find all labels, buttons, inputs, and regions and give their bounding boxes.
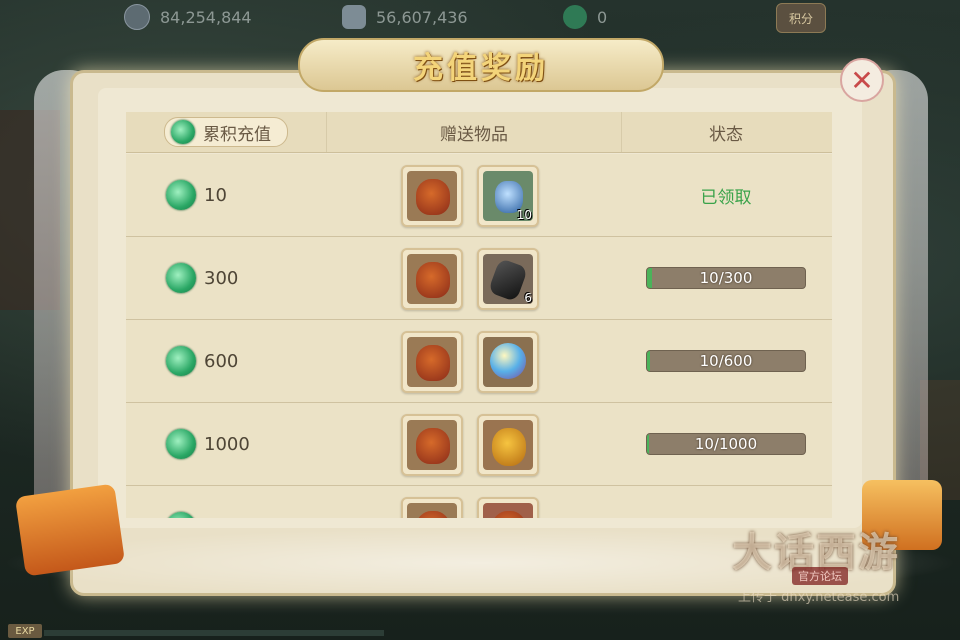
vase-item[interactable]: 10 (477, 165, 539, 227)
currency-bar: 84,254,844 56,607,436 0 积分 (0, 0, 960, 36)
points-button[interactable]: 积分 (776, 3, 826, 33)
currency-value: 56,607,436 (376, 7, 468, 27)
silver-ingot-icon (342, 5, 366, 29)
currency-jade: 0 (563, 4, 607, 30)
exp-bar (44, 630, 384, 636)
cumulative-pill: 累积充值 (164, 117, 288, 147)
status-cell: 已领取 (620, 154, 832, 236)
reward-list[interactable]: 10 10 已领取 300 6 10/300 600 10/600 1000 1… (126, 154, 832, 518)
jade-icon (166, 346, 196, 376)
treasure-bag-item[interactable] (401, 497, 463, 518)
status-cell: 10/1000 (620, 403, 832, 485)
gold-bag-item[interactable] (477, 414, 539, 476)
claimed-status: 已领取 (700, 187, 752, 208)
progress-bar: 10/300 (646, 267, 806, 289)
progress-text: 10/300 (699, 269, 753, 287)
reward-row: 300 6 10/300 (126, 237, 832, 320)
dialog-title: 充值奖励 (413, 51, 549, 86)
currency-silver-coin: 84,254,844 (124, 4, 252, 30)
item-count: 6 (524, 291, 532, 305)
status-cell: 10/600 (620, 320, 832, 402)
item-count: 10 (516, 208, 532, 222)
amount-cell: 1000 (166, 403, 250, 485)
watermark-url: 上传于 dhxy.netease.com (738, 590, 900, 605)
amount-value: 10 (204, 184, 227, 206)
dark-stone-item[interactable]: 6 (477, 248, 539, 310)
treasure-bag-icon (416, 511, 450, 518)
progress-bar: 10/600 (646, 350, 806, 372)
amount-cell: 600 (166, 320, 238, 402)
treasure-bag-icon (416, 428, 450, 464)
silver-coin-icon (124, 4, 150, 30)
crystal-orb-item[interactable] (477, 331, 539, 393)
header-gifts: 赠送物品 (326, 112, 622, 152)
amount-value: 600 (204, 350, 239, 372)
jade-icon (166, 180, 196, 210)
reward-row: 1000 10/1000 (126, 403, 832, 486)
reward-row: 10 10 已领取 (126, 154, 832, 237)
amount-value: 1000 (204, 433, 250, 455)
header-cumulative: 累积充值 (126, 112, 326, 152)
header-status: 状态 (709, 124, 743, 145)
treasure-bag-icon (416, 262, 450, 298)
amount-cell (166, 486, 204, 518)
close-icon: ✕ (850, 63, 874, 97)
reward-row: 600 10/600 (126, 320, 832, 403)
progress-text: 10/1000 (694, 435, 758, 453)
exp-label: EXP (8, 624, 42, 638)
status-cell: 10/300 (620, 237, 832, 319)
table-header: 累积充值 赠送物品 状态 (126, 112, 832, 153)
close-button[interactable]: ✕ (840, 58, 884, 102)
red-bag-item[interactable] (477, 497, 539, 518)
treasure-bag-item[interactable] (401, 248, 463, 310)
treasure-bag-icon (416, 179, 450, 215)
treasure-bag-icon (416, 345, 450, 381)
treasure-bag-item[interactable] (401, 414, 463, 476)
amount-cell: 300 (166, 237, 238, 319)
progress-text: 10/600 (699, 352, 753, 370)
jade-icon (171, 120, 195, 144)
amount-cell: 10 (166, 154, 227, 236)
watermark-subtitle: 官方论坛 (792, 567, 848, 585)
jade-icon (166, 263, 196, 293)
jade-icon (166, 512, 196, 518)
progress-bar: 10/1000 (646, 433, 806, 455)
currency-value: 0 (597, 7, 608, 27)
currency-value: 84,254,844 (160, 7, 252, 27)
amount-value: 300 (204, 267, 239, 289)
jade-icon (563, 5, 587, 29)
crystal-orb-icon (490, 343, 526, 379)
header-cumulative-label: 累积充值 (203, 124, 271, 145)
treasure-bag-item[interactable] (401, 165, 463, 227)
jade-icon (166, 429, 196, 459)
treasure-chest-left (14, 483, 126, 577)
currency-silver-ingot: 56,607,436 (342, 4, 468, 30)
red-bag-icon (492, 511, 526, 518)
reward-row-partial (126, 486, 832, 518)
treasure-bag-item[interactable] (401, 331, 463, 393)
title-plate: 充值奖励 (298, 38, 664, 92)
dark-stone-icon (487, 257, 529, 303)
gold-bag-icon (492, 428, 526, 466)
